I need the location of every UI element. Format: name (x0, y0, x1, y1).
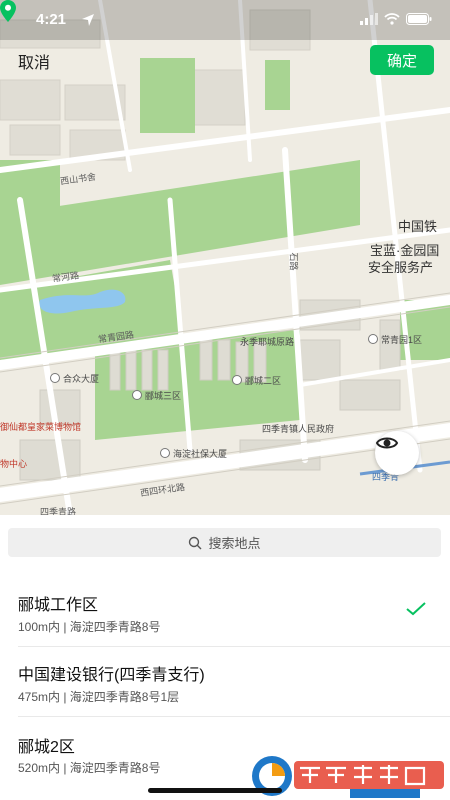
battery-icon (406, 13, 432, 25)
result-title: 郦城2区 (18, 739, 75, 756)
status-bar: 4:21 (0, 0, 450, 44)
result-item[interactable]: 郦城工作区 100m内 | 海淀四季青路8号 (0, 577, 450, 647)
home-indicator (148, 788, 282, 793)
status-indicators (360, 13, 432, 25)
map-label-poi: 物中心 (0, 459, 28, 469)
map-label-poi: 四季青镇人民政府 (262, 424, 335, 434)
map-label-poi: 郦城二区 (232, 374, 281, 387)
eye-icon (375, 437, 399, 449)
map-label-poi: 海淀社保大厦 (160, 447, 227, 460)
map-view[interactable]: 西山书舍 中国铁 宝蓝·金园国 安全服务产 常河路 常青园路 永季耶城原路 常青… (0, 0, 450, 515)
map-label-poi: 常青园1区 (368, 333, 422, 346)
map-label-baolan-service: 安全服务产 (368, 260, 434, 275)
locate-button[interactable] (375, 431, 419, 475)
check-icon (406, 602, 426, 616)
search-input[interactable]: 搜索地点 (8, 528, 441, 557)
search-icon (189, 536, 202, 549)
result-item[interactable]: 中国建设银行(四季青支行) 475m内 | 海淀四季青路8号1层 (0, 647, 450, 717)
cancel-button[interactable]: 取消 (18, 49, 50, 73)
wifi-icon (384, 13, 400, 25)
result-subtitle: 475m内 | 海淀四季青路8号1层 (18, 690, 180, 704)
map-label-road: 石路 (288, 252, 299, 271)
map-label-poi: 永季耶城原路 (240, 337, 295, 347)
location-arrow-icon (82, 14, 94, 26)
status-time: 4:21 (36, 11, 67, 28)
map-label-poi: 御仙都皇家菜博物馆 (0, 422, 82, 432)
result-subtitle: 100m内 | 海淀四季青路8号 (18, 620, 161, 634)
signal-icon (360, 13, 378, 25)
map-label-poi: 合众大厦 (50, 372, 99, 385)
map-label-road: 四季青路 (40, 507, 77, 515)
map-label-poi: 郦城三区 (132, 389, 181, 402)
map-label-china-rail: 中国铁 (398, 219, 438, 234)
search-placeholder: 搜索地点 (208, 536, 261, 551)
result-title: 中国建设银行(四季青支行) (18, 667, 205, 684)
result-subtitle: 520m内 | 海淀四季青路8号 (18, 761, 161, 775)
confirm-button[interactable]: 确定 (370, 45, 434, 75)
result-title: 郦城工作区 (18, 597, 99, 614)
